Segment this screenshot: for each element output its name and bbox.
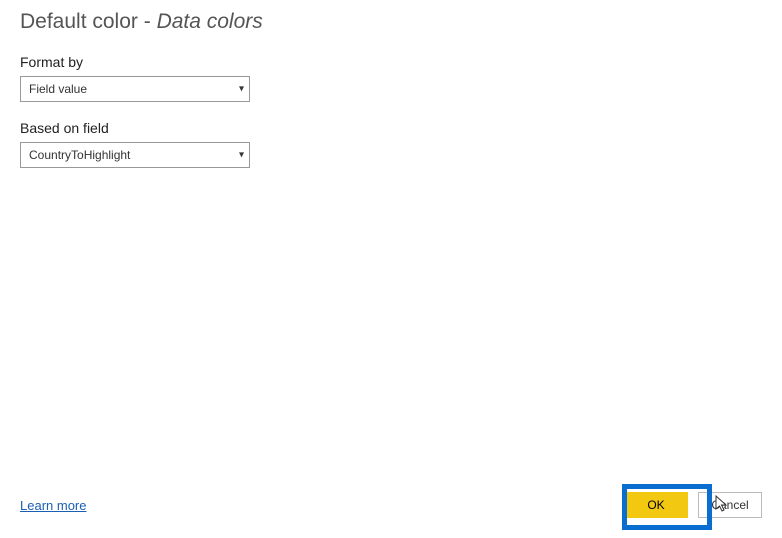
cancel-button[interactable]: Cancel bbox=[698, 492, 762, 518]
learn-more-link[interactable]: Learn more bbox=[20, 498, 86, 513]
format-by-value: Field value bbox=[20, 76, 250, 102]
title-prefix: Default color - bbox=[20, 10, 157, 33]
conditional-formatting-dialog: Default color - Data colors Format by Fi… bbox=[0, 0, 782, 538]
spacer bbox=[20, 186, 762, 492]
format-by-select[interactable]: Field value ▾ bbox=[20, 76, 250, 102]
format-by-group: Format by Field value ▾ bbox=[20, 54, 762, 102]
ok-button[interactable]: OK bbox=[624, 492, 688, 518]
based-on-field-group: Based on field CountryToHighlight ▾ bbox=[20, 120, 762, 168]
based-on-field-value: CountryToHighlight bbox=[20, 142, 250, 168]
dialog-title: Default color - Data colors bbox=[20, 10, 762, 34]
based-on-field-label: Based on field bbox=[20, 120, 762, 136]
format-by-label: Format by bbox=[20, 54, 762, 70]
based-on-field-select[interactable]: CountryToHighlight ▾ bbox=[20, 142, 250, 168]
dialog-footer: Learn more OK Cancel bbox=[20, 492, 762, 528]
title-emphasis: Data colors bbox=[157, 10, 263, 33]
button-row: OK Cancel bbox=[624, 492, 762, 518]
